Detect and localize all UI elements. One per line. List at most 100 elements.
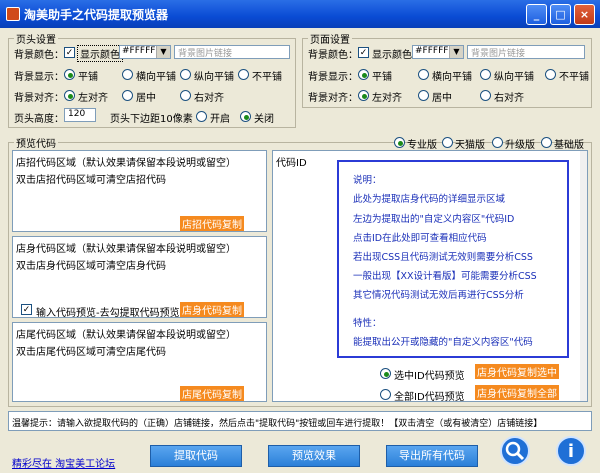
edition-tmall-radio[interactable]	[442, 137, 453, 148]
explain-line: 其它情况代码测试无效后再进行CSS分析	[353, 290, 524, 301]
preview-effect-button[interactable]: 预览效果	[268, 445, 360, 467]
preview-input-checkbox[interactable]: ✓	[21, 304, 32, 315]
page-display-v-label: 纵向平铺	[494, 72, 534, 83]
header-display-tile-label: 平铺	[78, 72, 98, 83]
header-display-tile-radio[interactable]	[64, 69, 75, 80]
page-align-left-label: 左对齐	[372, 93, 402, 104]
shop-tail-hint: 双击店尾代码区域可清空店尾代码	[16, 347, 166, 358]
shop-body-title: 店身代码区域（默认效果请保留本段说明或留空）	[16, 244, 236, 255]
code-id-label: 代码ID	[276, 158, 307, 169]
extract-code-button[interactable]: 提取代码	[150, 445, 242, 467]
header-display-none-radio[interactable]	[238, 69, 249, 80]
app-icon	[6, 7, 20, 21]
search-icon[interactable]	[500, 436, 530, 466]
tip-text: 温馨提示：请输入欲提取代码的（正确）店铺链接，然后点击"提取代码"按钮或回车进行…	[12, 419, 543, 429]
explain-line: 左边为提取出的"自定义内容区"代码ID	[353, 214, 515, 225]
page-display-none-label: 不平铺	[559, 72, 589, 83]
copy-all-button[interactable]: 店身代码复制全部	[475, 385, 559, 400]
preview-legend: 预览代码	[14, 135, 58, 150]
all-id-preview-radio[interactable]	[380, 389, 391, 400]
explain-line: 一般出现【XX设计看版】可能需要分析CSS	[353, 271, 537, 282]
select-id-preview-label: 选中ID代码预览	[394, 371, 465, 382]
page-display-none-radio[interactable]	[545, 69, 556, 80]
edition-pro-label: 专业版	[407, 140, 437, 151]
shop-body-hint: 双击店身代码区域可清空店身代码	[16, 261, 166, 272]
explain-line: 若出现CSS且代码测试无效则需要分析CSS	[353, 252, 533, 263]
page-bg-align-label: 背景对齐：	[308, 93, 358, 104]
edition-basic-radio[interactable]	[541, 137, 552, 148]
minimize-button[interactable]: _	[526, 4, 547, 25]
header-show-color-checkbox[interactable]: ✓	[64, 47, 75, 58]
header-margin-label: 页头下边距10像素	[110, 114, 193, 125]
header-align-right-radio[interactable]	[180, 90, 191, 101]
edition-upgrade-radio[interactable]	[492, 137, 503, 148]
info-icon[interactable]: i	[556, 436, 586, 466]
header-margin-off-radio[interactable]	[240, 111, 251, 122]
shop-sign-copy-button[interactable]: 店招代码复制	[180, 216, 244, 231]
tip-bar: 温馨提示：请输入欲提取代码的（正确）店铺链接，然后点击"提取代码"按钮或回车进行…	[8, 411, 592, 431]
page-display-h-label: 横向平铺	[432, 72, 472, 83]
close-button[interactable]: ×	[574, 4, 595, 25]
page-align-center-radio[interactable]	[418, 90, 429, 101]
edition-pro-radio[interactable]	[394, 137, 405, 148]
page-settings-legend: 页面设置	[308, 31, 352, 46]
copy-selected-button[interactable]: 店身代码复制选中	[475, 364, 559, 379]
page-bg-image-input[interactable]: 背景图片链接	[467, 45, 585, 59]
page-display-h-radio[interactable]	[418, 69, 429, 80]
header-height-label: 页头高度：	[14, 114, 64, 125]
header-display-h-radio[interactable]	[122, 69, 133, 80]
page-align-center-label: 居中	[432, 93, 452, 104]
preview-input-label: 输入代码预览-去勾提取代码预览	[36, 308, 180, 319]
maximize-button[interactable]: □	[550, 4, 571, 25]
header-display-v-radio[interactable]	[180, 69, 191, 80]
all-id-preview-label: 全部ID代码预览	[394, 392, 465, 403]
explain-line: 点击ID在此处即可查看相应代码	[353, 233, 487, 244]
header-show-color-label[interactable]: 显示颜色	[77, 45, 123, 62]
feature-title: 特性：	[353, 318, 382, 329]
header-display-none-label: 不平铺	[252, 72, 282, 83]
header-align-left-label: 左对齐	[78, 93, 108, 104]
header-align-right-label: 右对齐	[194, 93, 224, 104]
select-id-preview-radio[interactable]	[380, 368, 391, 379]
header-color-select[interactable]: #FFFFFF ▼	[119, 45, 171, 59]
shop-tail-title: 店尾代码区域（默认效果请保留本段说明或留空）	[16, 330, 236, 341]
page-bg-display-label: 背景显示：	[308, 72, 358, 83]
export-all-button[interactable]: 导出所有代码	[386, 445, 478, 467]
header-align-center-radio[interactable]	[122, 90, 133, 101]
page-show-color-checkbox[interactable]: ✓	[358, 47, 369, 58]
header-display-v-label: 纵向平铺	[194, 72, 234, 83]
page-display-tile-label: 平铺	[372, 72, 392, 83]
page-display-v-radio[interactable]	[480, 69, 491, 80]
chevron-down-icon: ▼	[156, 46, 170, 58]
header-bg-display-label: 背景显示：	[14, 72, 64, 83]
page-align-left-radio[interactable]	[358, 90, 369, 101]
page-color-select[interactable]: #FFFFFF ▼	[412, 45, 464, 59]
header-height-input[interactable]: 120	[64, 108, 96, 122]
edition-upgrade-label: 升级版	[505, 140, 535, 151]
page-show-color-label: 显示颜色	[372, 50, 412, 61]
page-align-right-radio[interactable]	[480, 90, 491, 101]
header-align-center-label: 居中	[136, 93, 156, 104]
header-align-left-radio[interactable]	[64, 90, 75, 101]
page-align-right-label: 右对齐	[494, 93, 524, 104]
header-bg-image-input[interactable]: 背景图片链接	[174, 45, 290, 59]
shop-sign-hint: 双击店招代码区域可清空店招代码	[16, 175, 166, 186]
header-margin-on-radio[interactable]	[196, 111, 207, 122]
shop-tail-copy-button[interactable]: 店尾代码复制	[180, 386, 244, 401]
forum-link[interactable]: 精彩尽在 淘宝美工论坛	[12, 455, 115, 470]
header-bg-align-label: 背景对齐：	[14, 93, 64, 104]
edition-tmall-label: 天猫版	[455, 140, 485, 151]
header-settings-legend: 页头设置	[14, 31, 58, 46]
header-display-h-label: 横向平铺	[136, 72, 176, 83]
page-display-tile-radio[interactable]	[358, 69, 369, 80]
shop-sign-title: 店招代码区域（默认效果请保留本段说明或留空）	[16, 158, 236, 169]
shop-body-copy-button[interactable]: 店身代码复制	[180, 302, 244, 317]
header-color-value: #FFFFFF	[122, 46, 161, 56]
scrollbar[interactable]	[580, 151, 587, 401]
explain-line: 此处为提取店身代码的详细显示区域	[353, 194, 506, 205]
page-bg-color-label: 背景颜色：	[308, 50, 358, 61]
header-margin-off-label: 关闭	[254, 114, 274, 125]
edition-basic-label: 基础版	[554, 140, 584, 151]
window-title: 淘美助手之代码提取预览器	[24, 8, 169, 22]
explain-title: 说明：	[353, 175, 382, 186]
